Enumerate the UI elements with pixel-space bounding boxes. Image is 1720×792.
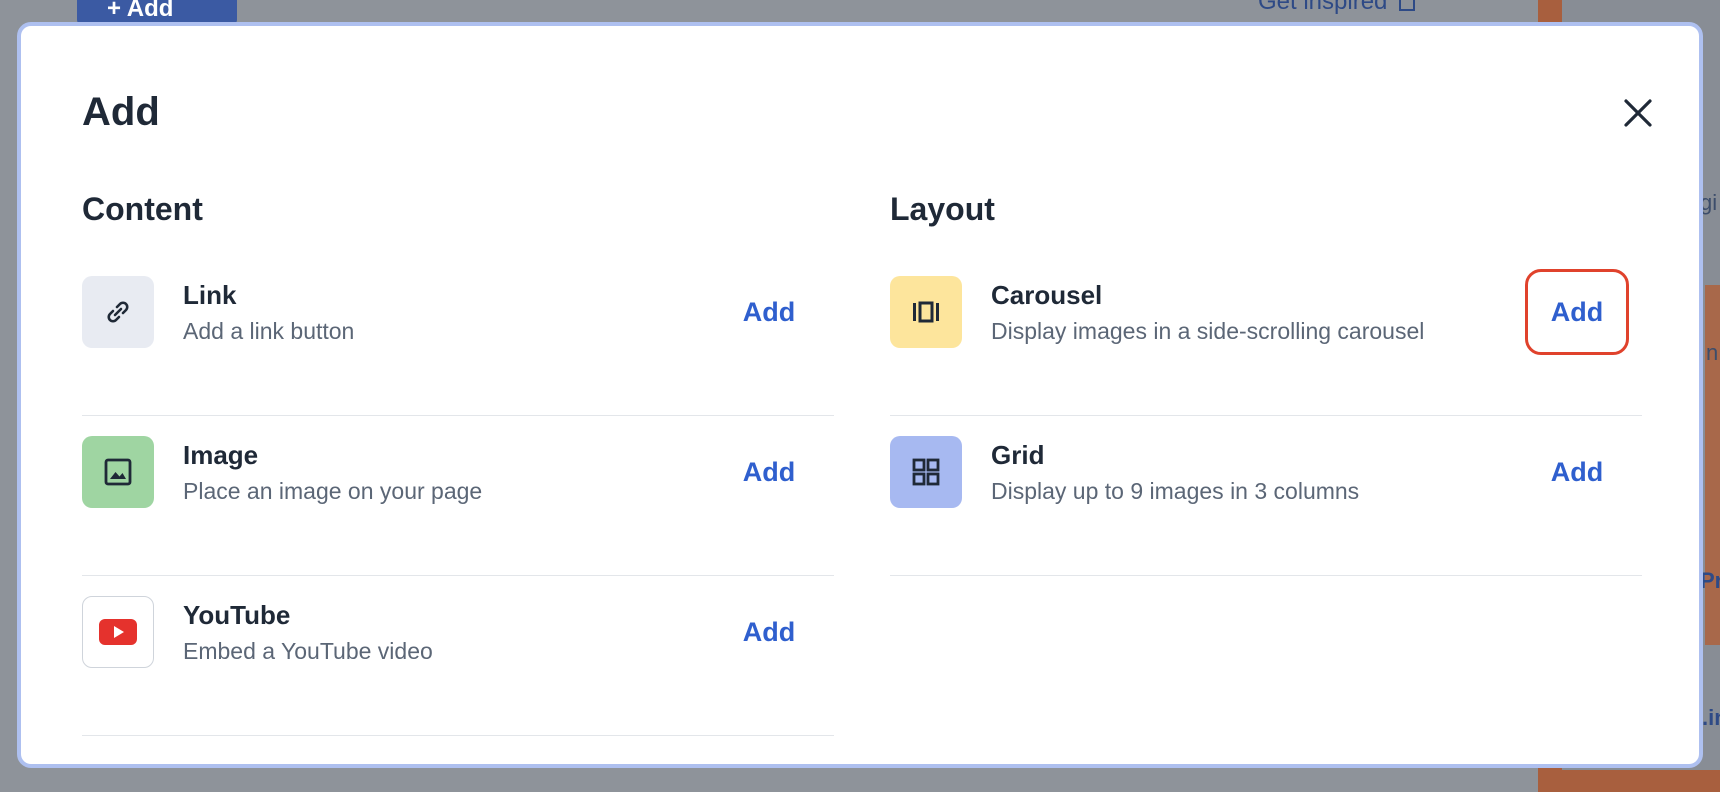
grid-icon	[890, 436, 962, 508]
background-add-label: + Add	[107, 0, 174, 22]
item-name: Link	[183, 280, 237, 310]
background-add-button: + Add	[77, 0, 237, 24]
list-item-link: Link Add a link button Add	[82, 256, 834, 416]
item-name: YouTube	[183, 600, 291, 630]
item-name: Image	[183, 440, 259, 470]
carousel-icon	[890, 276, 962, 348]
link-icon	[82, 276, 154, 348]
item-description: Display images in a side-scrolling carou…	[991, 318, 1425, 344]
list-item-carousel: Carousel Display images in a side-scroll…	[890, 256, 1642, 416]
add-grid-button[interactable]: Add	[1525, 429, 1629, 515]
item-name: Carousel	[991, 280, 1103, 310]
layout-section: Layout Carousel Display images in a side…	[890, 186, 1642, 576]
item-description: Display up to 9 images in 3 columns	[991, 478, 1360, 504]
layout-section-title: Layout	[890, 191, 995, 227]
background-text-snippet: Pr	[1700, 568, 1720, 593]
background-text-snippet: n	[1706, 340, 1719, 365]
background-get-inspired-label: Get inspired	[1258, 0, 1388, 15]
item-description: Embed a YouTube video	[183, 638, 433, 664]
youtube-icon	[82, 596, 154, 668]
background-bottom-strip	[1538, 770, 1720, 792]
add-dialog: Add Content Link Add a link button Add I…	[17, 22, 1703, 768]
background-get-inspired-link: Get inspired	[1258, 0, 1416, 16]
dialog-title: Add	[82, 90, 160, 134]
add-image-button[interactable]: Add	[717, 429, 821, 515]
close-icon	[1624, 99, 1652, 127]
item-name: Grid	[991, 440, 1045, 470]
background-text-snippet: .in	[1702, 705, 1720, 730]
item-description: Place an image on your page	[183, 478, 483, 504]
image-icon	[82, 436, 154, 508]
close-button[interactable]	[1616, 91, 1660, 135]
list-item-grid: Grid Display up to 9 images in 3 columns…	[890, 416, 1642, 576]
content-item-list: Link Add a link button Add Image Place a…	[82, 256, 834, 736]
layout-item-list: Carousel Display images in a side-scroll…	[890, 256, 1642, 576]
external-link-icon	[1399, 0, 1416, 11]
list-item-image: Image Place an image on your page Add	[82, 416, 834, 576]
add-link-button[interactable]: Add	[717, 269, 821, 355]
item-description: Add a link button	[183, 318, 355, 344]
content-section-title: Content	[82, 191, 203, 227]
list-item-youtube: YouTube Embed a YouTube video Add	[82, 576, 834, 736]
add-carousel-button[interactable]: Add	[1525, 269, 1629, 355]
content-section: Content Link Add a link button Add Image…	[82, 186, 834, 736]
add-youtube-button[interactable]: Add	[717, 589, 821, 675]
